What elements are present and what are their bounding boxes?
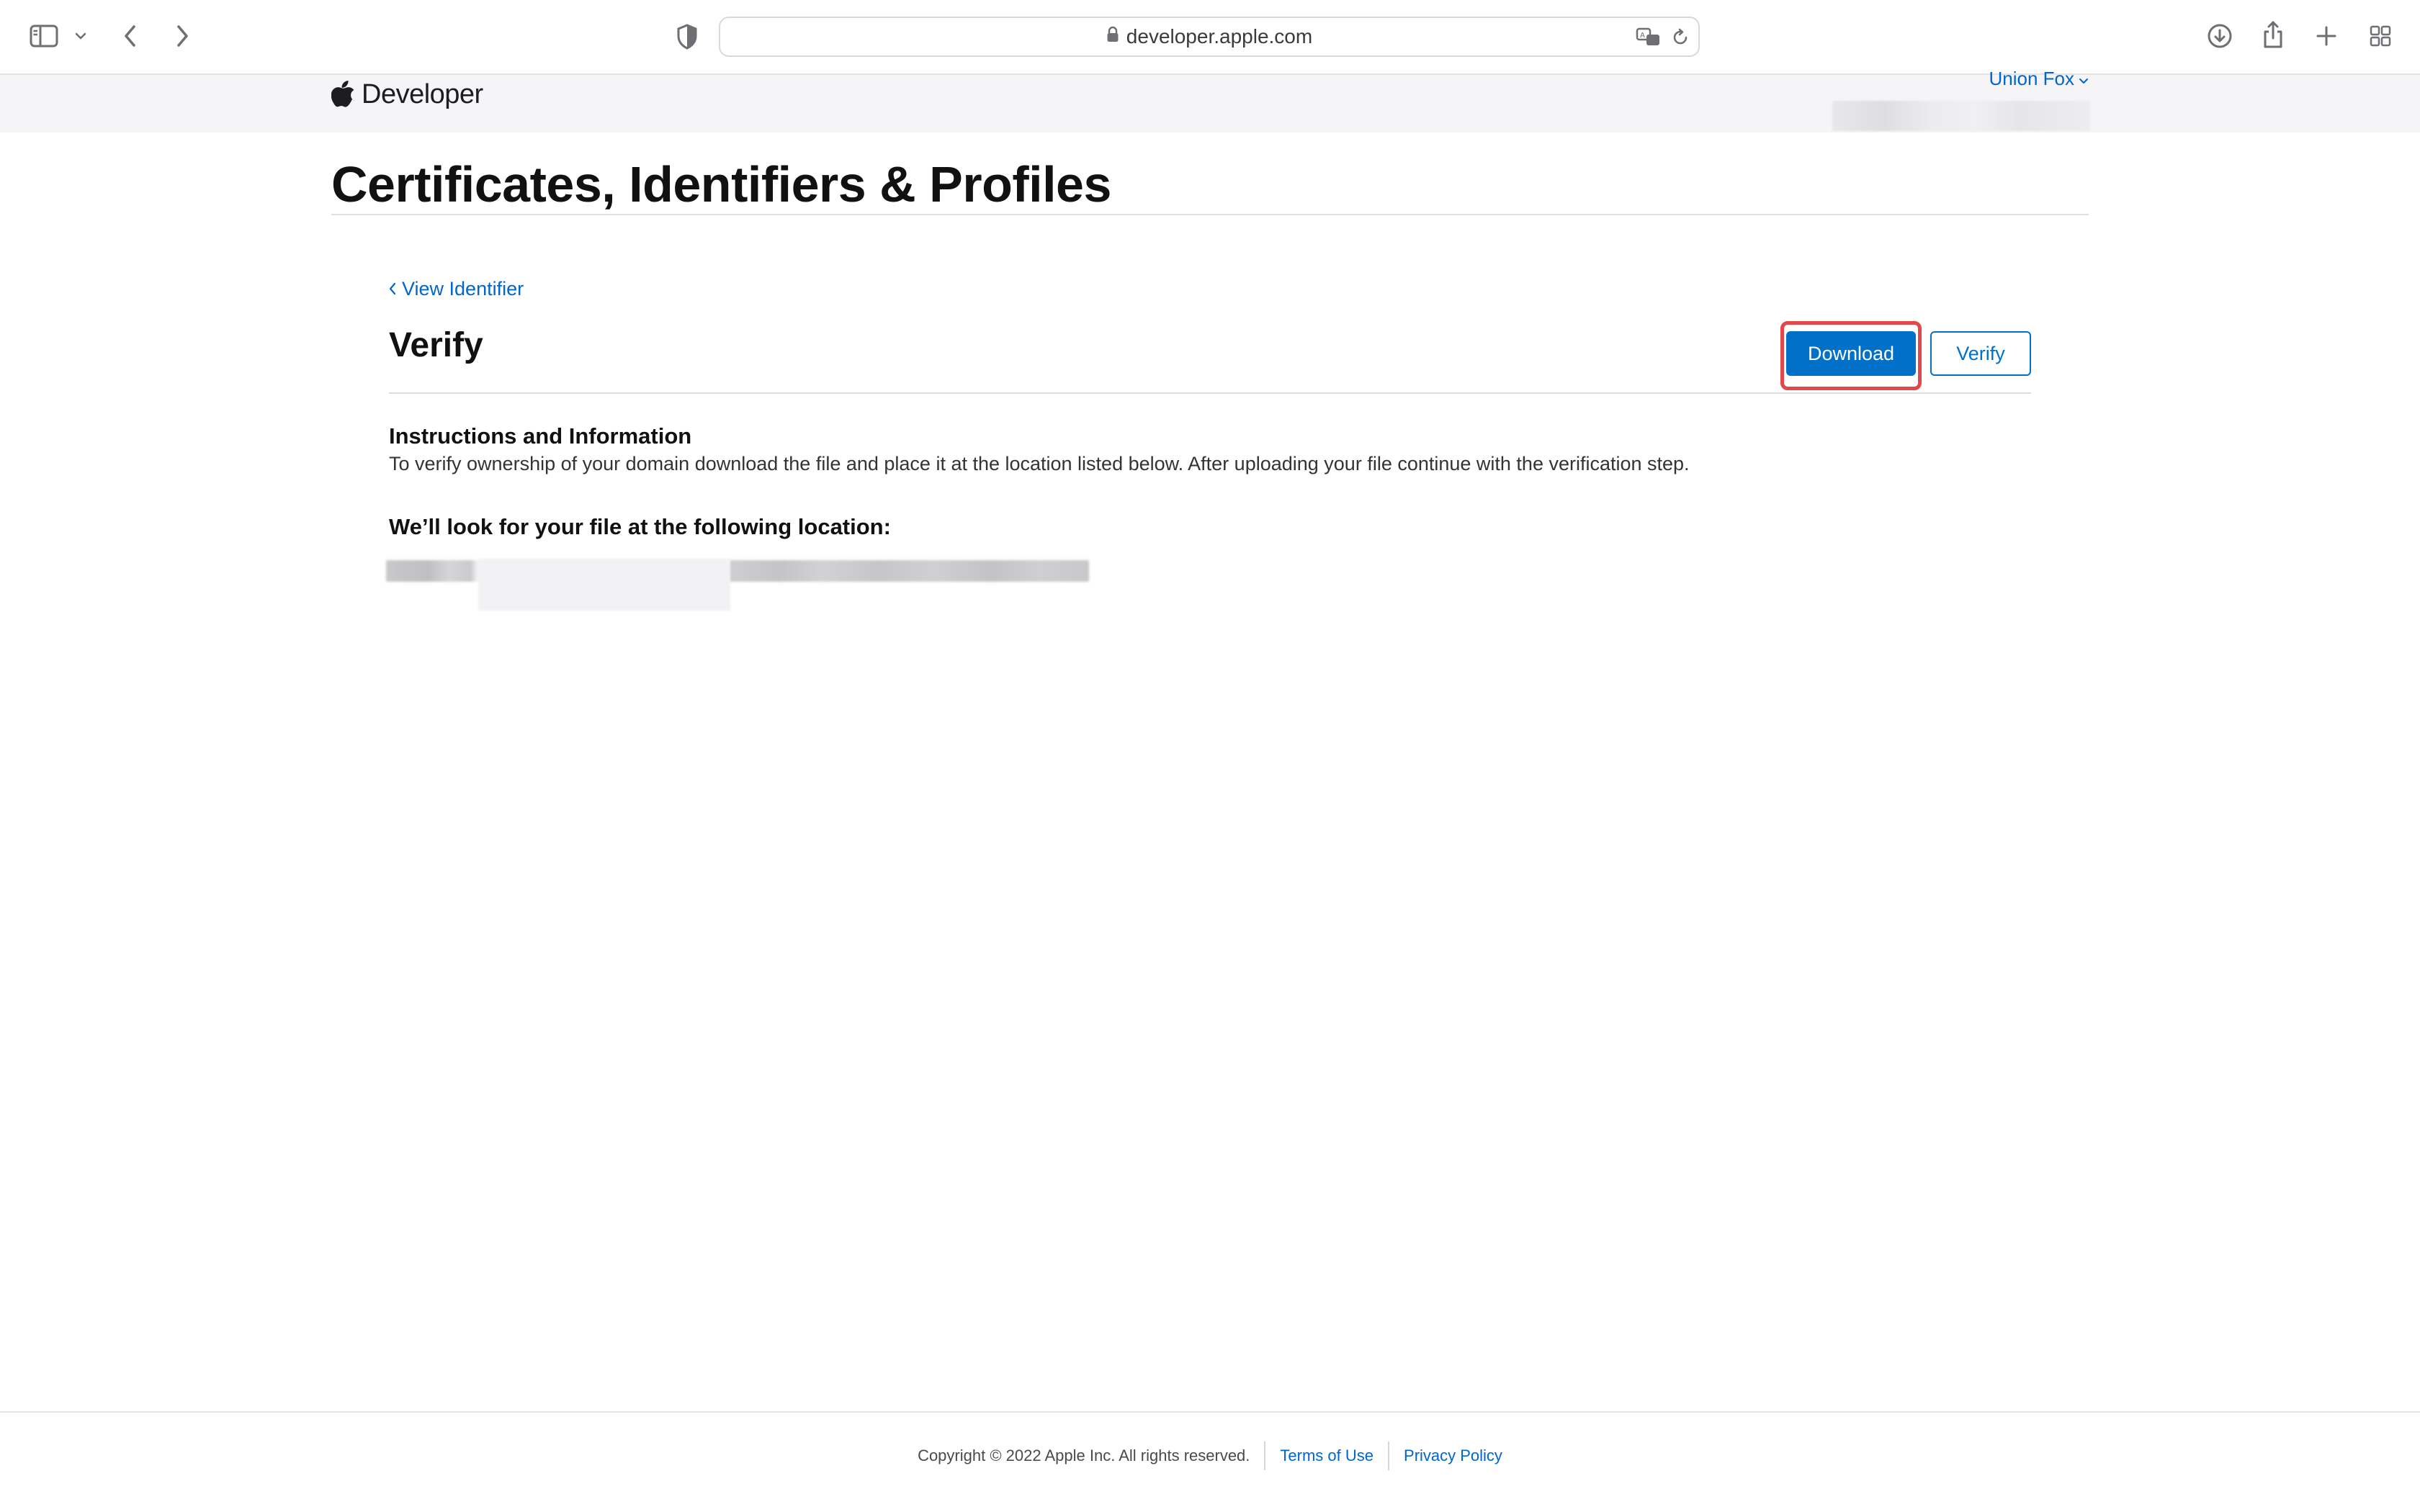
- page-title: Certificates, Identifiers & Profiles: [331, 156, 1111, 212]
- footer-separator: [1264, 1441, 1266, 1470]
- instructions-text: To verify ownership of your domain downl…: [389, 453, 1690, 474]
- address-display: developer.apple.com: [720, 18, 1698, 55]
- view-identifier-label: View Identifier: [402, 278, 524, 300]
- file-location-heading: We’ll look for your file at the followin…: [389, 514, 891, 539]
- footer-divider: [0, 1411, 2420, 1413]
- url-text: developer.apple.com: [1126, 25, 1313, 48]
- view-identifier-link[interactable]: View Identifier: [389, 278, 524, 300]
- grid-icon[interactable]: [2367, 22, 2394, 50]
- copyright-text: Copyright © 2022 Apple Inc. All rights r…: [918, 1446, 1250, 1464]
- footer-separator: [1388, 1441, 1390, 1470]
- share-icon[interactable]: [2260, 19, 2286, 50]
- chevron-left-icon[interactable]: [118, 20, 143, 52]
- terms-of-use-link[interactable]: Terms of Use: [1280, 1446, 1373, 1465]
- sidebar-icon[interactable]: [27, 22, 60, 50]
- plus-icon[interactable]: [2313, 22, 2339, 50]
- download-button[interactable]: Download: [1786, 331, 1916, 376]
- title-divider: [331, 214, 2089, 215]
- apple-logo-icon: [331, 78, 356, 111]
- verify-button[interactable]: Verify: [1930, 331, 2031, 376]
- address-bar[interactable]: developer.apple.com A: [719, 17, 1700, 57]
- section-title: Verify: [389, 326, 483, 364]
- developer-brand: Developer: [362, 78, 483, 109]
- download-icon[interactable]: [2205, 22, 2234, 50]
- section-divider: [389, 392, 2031, 394]
- account-name: Union Fox: [1989, 68, 2075, 89]
- file-location-url-redaction-block: [478, 559, 730, 611]
- chevron-down-icon[interactable]: [72, 27, 89, 45]
- privacy-policy-link[interactable]: Privacy Policy: [1404, 1446, 1502, 1465]
- chevron-right-icon[interactable]: [170, 20, 194, 52]
- team-name-redacted: [1832, 101, 2090, 131]
- browser-toolbar: developer.apple.com A: [0, 0, 2420, 75]
- chevron-left-icon: [389, 278, 396, 300]
- instructions-heading: Instructions and Information: [389, 423, 692, 449]
- shield-icon[interactable]: [673, 22, 702, 52]
- translate-icon[interactable]: A: [1635, 25, 1662, 50]
- lock-icon: [1106, 25, 1119, 48]
- account-menu[interactable]: Union Fox: [1989, 68, 2089, 90]
- svg-text:A: A: [1640, 32, 1645, 40]
- reload-icon[interactable]: [1670, 27, 1691, 48]
- chevron-down-icon: [2079, 68, 2089, 90]
- footer: Copyright © 2022 Apple Inc. All rights r…: [0, 1441, 2420, 1470]
- developer-home-link[interactable]: Developer: [331, 76, 483, 112]
